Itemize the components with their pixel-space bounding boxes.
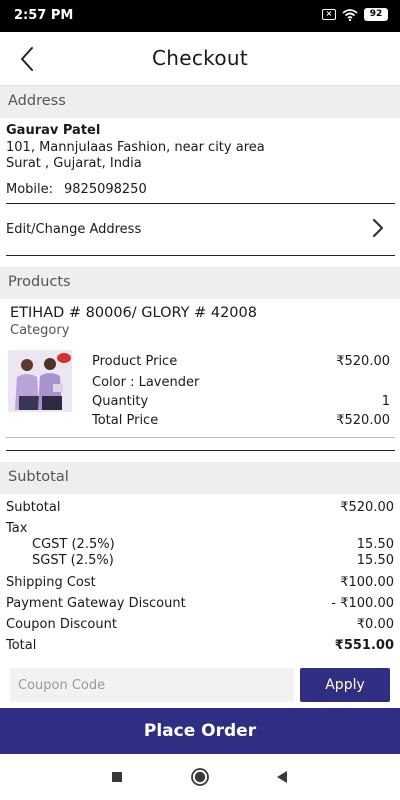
total-label: Total (6, 638, 37, 653)
square-icon (112, 772, 122, 782)
quantity-label: Quantity (92, 394, 149, 409)
tax-label: Tax (6, 521, 28, 536)
mobile-value: 9825098250 (64, 182, 147, 197)
battery-indicator: 92 (364, 8, 388, 21)
status-bar: 2:57 PM × 92 (0, 0, 400, 32)
triangle-back-icon (277, 771, 287, 783)
subtotal-label: Subtotal (6, 500, 61, 515)
total-price-label: Total Price (92, 413, 159, 428)
products-section-header: Products (0, 267, 400, 299)
status-icons: × 92 (322, 8, 388, 21)
total-price-value: ₹520.00 (336, 413, 390, 428)
wifi-icon (342, 8, 358, 21)
mobile-label: Mobile: (6, 182, 54, 197)
apply-coupon-button[interactable]: Apply (300, 668, 390, 702)
address-line-2: Surat , Gujarat, India (6, 156, 142, 171)
app-bar: Checkout (0, 32, 400, 86)
chevron-right-icon (372, 218, 384, 238)
sgst-value: 15.50 (356, 553, 394, 568)
home-button[interactable] (189, 766, 211, 788)
divider (6, 255, 395, 256)
divider (6, 437, 395, 438)
gateway-discount-value: - ₹100.00 (331, 596, 394, 611)
circle-icon (191, 768, 209, 786)
address-line-1: 101, Mannjulaas Fashion, near city area (6, 140, 265, 155)
shipping-cost-label: Shipping Cost (6, 575, 96, 590)
shipping-cost-value: ₹100.00 (340, 575, 394, 590)
product-photo (8, 350, 72, 412)
cgst-label: CGST (2.5%) (32, 537, 115, 552)
total-value: ₹551.00 (334, 638, 394, 653)
address-name: Gaurav Patel (6, 123, 101, 138)
gateway-discount-label: Payment Gateway Discount (6, 596, 186, 611)
coupon-discount-value: ₹0.00 (356, 617, 394, 632)
product-category: Category (10, 323, 70, 338)
divider (6, 203, 395, 204)
cgst-value: 15.50 (356, 537, 394, 552)
subtotal-section-header: Subtotal (0, 462, 400, 494)
recents-button[interactable] (106, 766, 128, 788)
sgst-label: SGST (2.5%) (32, 553, 114, 568)
subtotal-value: ₹520.00 (340, 500, 394, 515)
status-time: 2:57 PM (14, 8, 74, 23)
edit-address-row[interactable]: Edit/Change Address (0, 207, 400, 251)
coupon-code-input[interactable] (10, 668, 294, 702)
product-color: Color : Lavender (92, 375, 200, 390)
system-nav-bar (0, 754, 400, 800)
quantity-value: 1 (381, 394, 390, 409)
coupon-discount-label: Coupon Discount (6, 617, 117, 632)
page-title: Checkout (152, 46, 248, 70)
product-price-label: Product Price (92, 354, 178, 369)
product-title: ETIHAD # 80006/ GLORY # 42008 (10, 305, 257, 321)
place-order-button[interactable]: Place Order (0, 708, 400, 754)
product-image[interactable] (8, 350, 72, 412)
no-sim-icon: × (322, 9, 336, 20)
back-nav-button[interactable] (271, 766, 293, 788)
divider (6, 450, 395, 451)
product-price-value: ₹520.00 (336, 354, 390, 369)
address-section-header: Address (0, 86, 400, 118)
edit-address-label: Edit/Change Address (6, 222, 142, 237)
